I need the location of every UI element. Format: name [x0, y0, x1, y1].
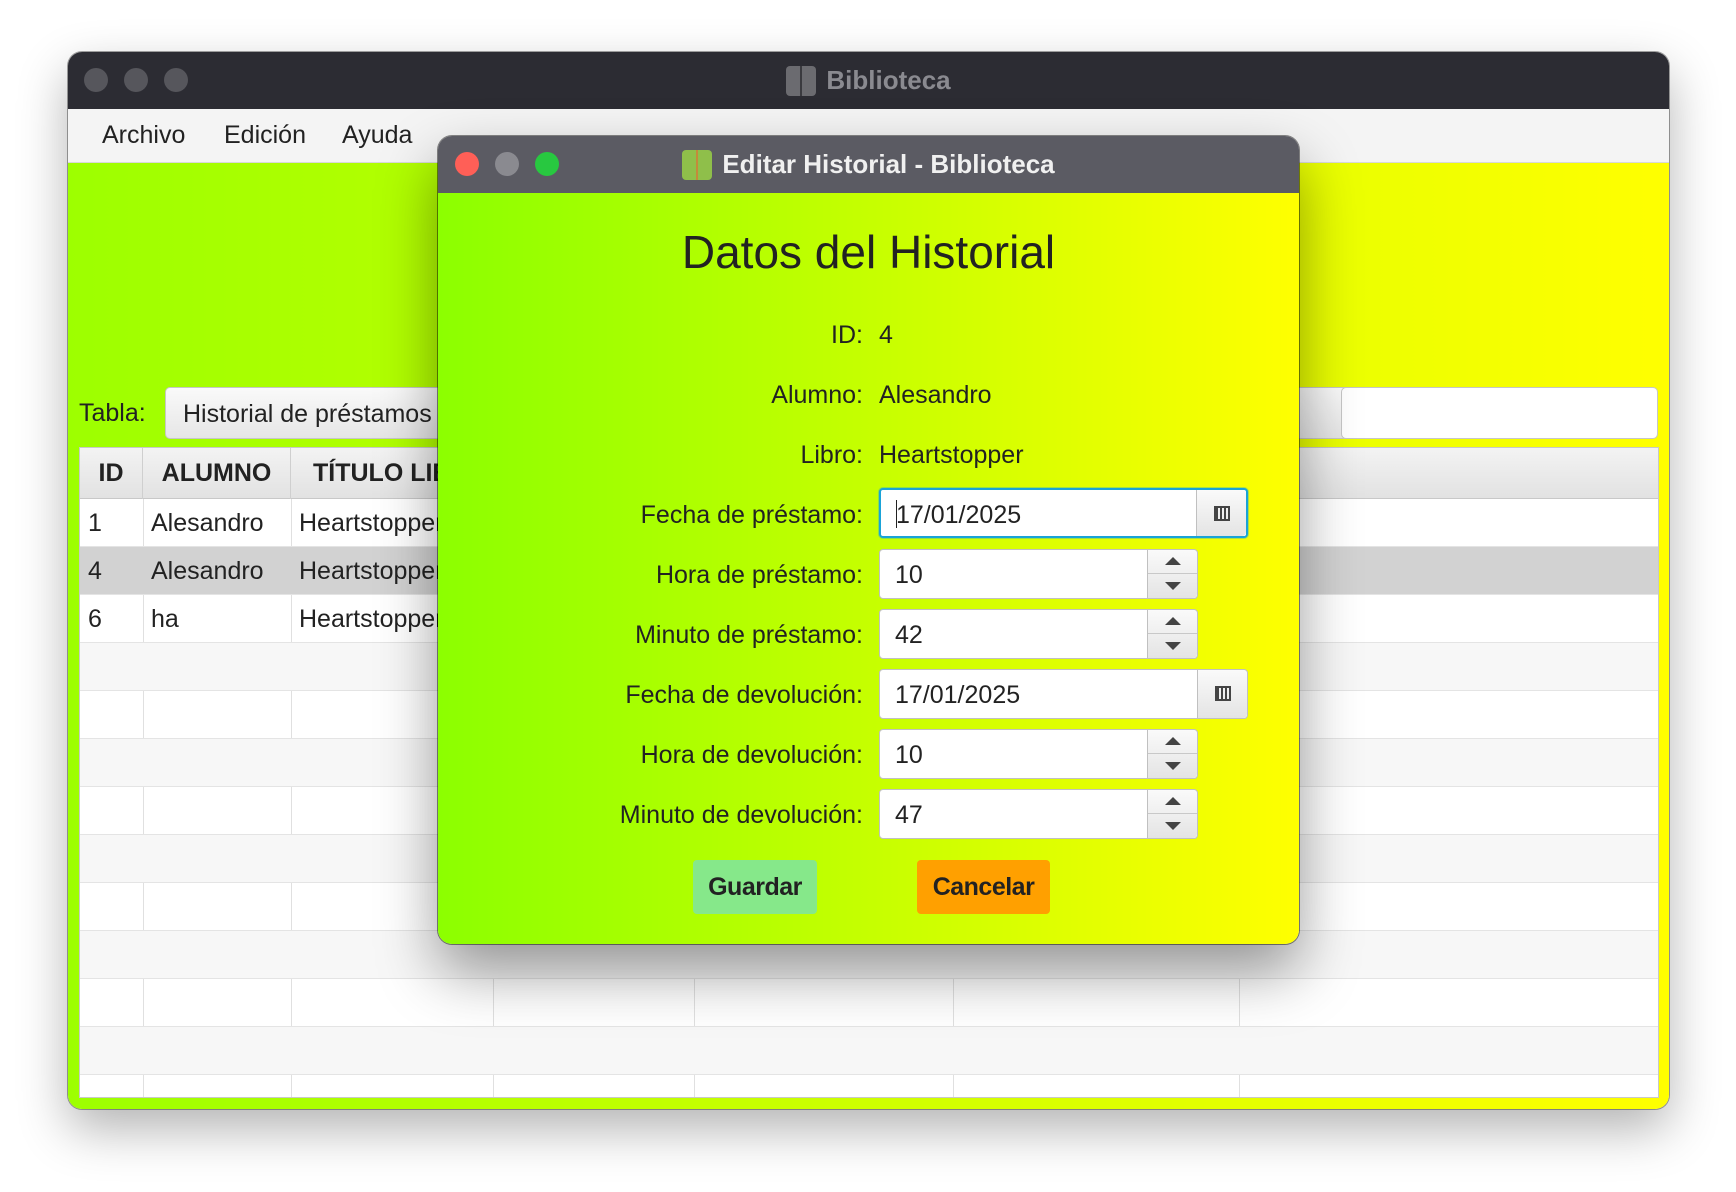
- hora-devolucion-input[interactable]: 10: [895, 741, 923, 770]
- cell-alumno: Alesandro: [151, 509, 264, 537]
- dialog-titlebar[interactable]: Editar Historial - Biblioteca: [438, 136, 1299, 193]
- spinner-down-icon: [1165, 582, 1181, 590]
- cell-alumno: Alesandro: [151, 557, 264, 585]
- hora-prestamo-increment[interactable]: [1148, 550, 1197, 574]
- table-selector-label: Tabla:: [79, 399, 146, 427]
- hora-prestamo-input[interactable]: 10: [895, 561, 923, 590]
- table-selector-value: Historial de préstamos: [183, 400, 432, 428]
- cell-id: 4: [88, 557, 102, 585]
- hora-devolucion-label: Hora de devolución:: [640, 741, 863, 769]
- spinner-up-icon: [1165, 797, 1181, 805]
- alumno-label: Alumno:: [771, 381, 863, 409]
- empty-table-row: [80, 1027, 1658, 1075]
- app-book-icon: [682, 149, 713, 180]
- id-value: 4: [879, 321, 893, 349]
- libro-label: Libro:: [800, 441, 863, 469]
- cell-id: 6: [88, 605, 102, 633]
- minuto-devolucion-decrement[interactable]: [1148, 814, 1197, 838]
- minuto-devolucion-label: Minuto de devolución:: [619, 801, 863, 829]
- cell-alumno: ha: [151, 605, 179, 633]
- fecha-devolucion-calendar-button[interactable]: [1197, 670, 1247, 718]
- id-label: ID:: [831, 321, 863, 349]
- hora-devolucion-increment[interactable]: [1148, 730, 1197, 754]
- spinner-buttons: [1147, 790, 1197, 838]
- menu-archivo[interactable]: Archivo: [102, 121, 185, 150]
- fecha-prestamo-label: Fecha de préstamo:: [640, 501, 863, 529]
- menu-ayuda[interactable]: Ayuda: [342, 121, 412, 150]
- minuto-devolucion-spinner[interactable]: 47: [879, 789, 1198, 839]
- spinner-buttons: [1147, 610, 1197, 658]
- fecha-prestamo-input[interactable]: 17/01/2025: [896, 501, 1021, 530]
- main-titlebar[interactable]: Biblioteca: [68, 52, 1669, 109]
- hora-devolucion-decrement[interactable]: [1148, 754, 1197, 778]
- calendar-icon: [1214, 506, 1230, 521]
- hora-devolucion-spinner[interactable]: 10: [879, 729, 1198, 779]
- app-book-icon: [786, 65, 817, 96]
- spinner-buttons: [1147, 550, 1197, 598]
- hora-prestamo-spinner[interactable]: 10: [879, 549, 1198, 599]
- dialog-heading: Datos del Historial: [681, 226, 1056, 278]
- spinner-up-icon: [1165, 737, 1181, 745]
- dialog-body: Datos del Historial ID: 4 Alumno: Alesan…: [438, 193, 1299, 944]
- edit-history-dialog: Editar Historial - Biblioteca Datos del …: [438, 136, 1299, 944]
- minuto-devolucion-input[interactable]: 47: [895, 801, 923, 830]
- fecha-devolucion-input[interactable]: 17/01/2025: [895, 681, 1020, 710]
- cell-id: 1: [88, 509, 102, 537]
- fecha-devolucion-datepicker[interactable]: 17/01/2025: [879, 669, 1248, 719]
- libro-value: Heartstopper: [879, 441, 1024, 469]
- spinner-up-icon: [1165, 557, 1181, 565]
- minuto-prestamo-input[interactable]: 42: [895, 621, 923, 650]
- spinner-up-icon: [1165, 617, 1181, 625]
- column-header-id[interactable]: ID: [80, 448, 143, 499]
- fecha-prestamo-datepicker[interactable]: 17/01/2025: [879, 488, 1248, 538]
- text-caret: [896, 500, 897, 528]
- cancel-button[interactable]: Cancelar: [917, 860, 1050, 914]
- minuto-prestamo-decrement[interactable]: [1148, 634, 1197, 658]
- calendar-icon: [1215, 686, 1231, 701]
- menu-edicion[interactable]: Edición: [224, 121, 306, 150]
- minuto-prestamo-spinner[interactable]: 42: [879, 609, 1198, 659]
- minuto-devolucion-increment[interactable]: [1148, 790, 1197, 814]
- spinner-down-icon: [1165, 822, 1181, 830]
- minuto-prestamo-label: Minuto de préstamo:: [635, 621, 863, 649]
- hora-prestamo-label: Hora de préstamo:: [655, 561, 863, 589]
- window-title: Biblioteca: [68, 52, 1669, 109]
- empty-table-row: [80, 979, 1658, 1027]
- spinner-buttons: [1147, 730, 1197, 778]
- spinner-down-icon: [1165, 642, 1181, 650]
- column-header-alumno[interactable]: ALUMNO: [143, 448, 291, 499]
- spinner-down-icon: [1165, 762, 1181, 770]
- window-title-text: Biblioteca: [826, 65, 951, 95]
- search-input[interactable]: [1341, 387, 1658, 439]
- fecha-devolucion-label: Fecha de devolución:: [625, 681, 863, 709]
- hora-prestamo-decrement[interactable]: [1148, 574, 1197, 598]
- dialog-title-text: Editar Historial - Biblioteca: [722, 149, 1055, 179]
- save-button[interactable]: Guardar: [693, 860, 817, 914]
- minuto-prestamo-increment[interactable]: [1148, 610, 1197, 634]
- fecha-prestamo-calendar-button[interactable]: [1196, 490, 1246, 536]
- dialog-title: Editar Historial - Biblioteca: [438, 136, 1299, 193]
- alumno-value: Alesandro: [879, 381, 992, 409]
